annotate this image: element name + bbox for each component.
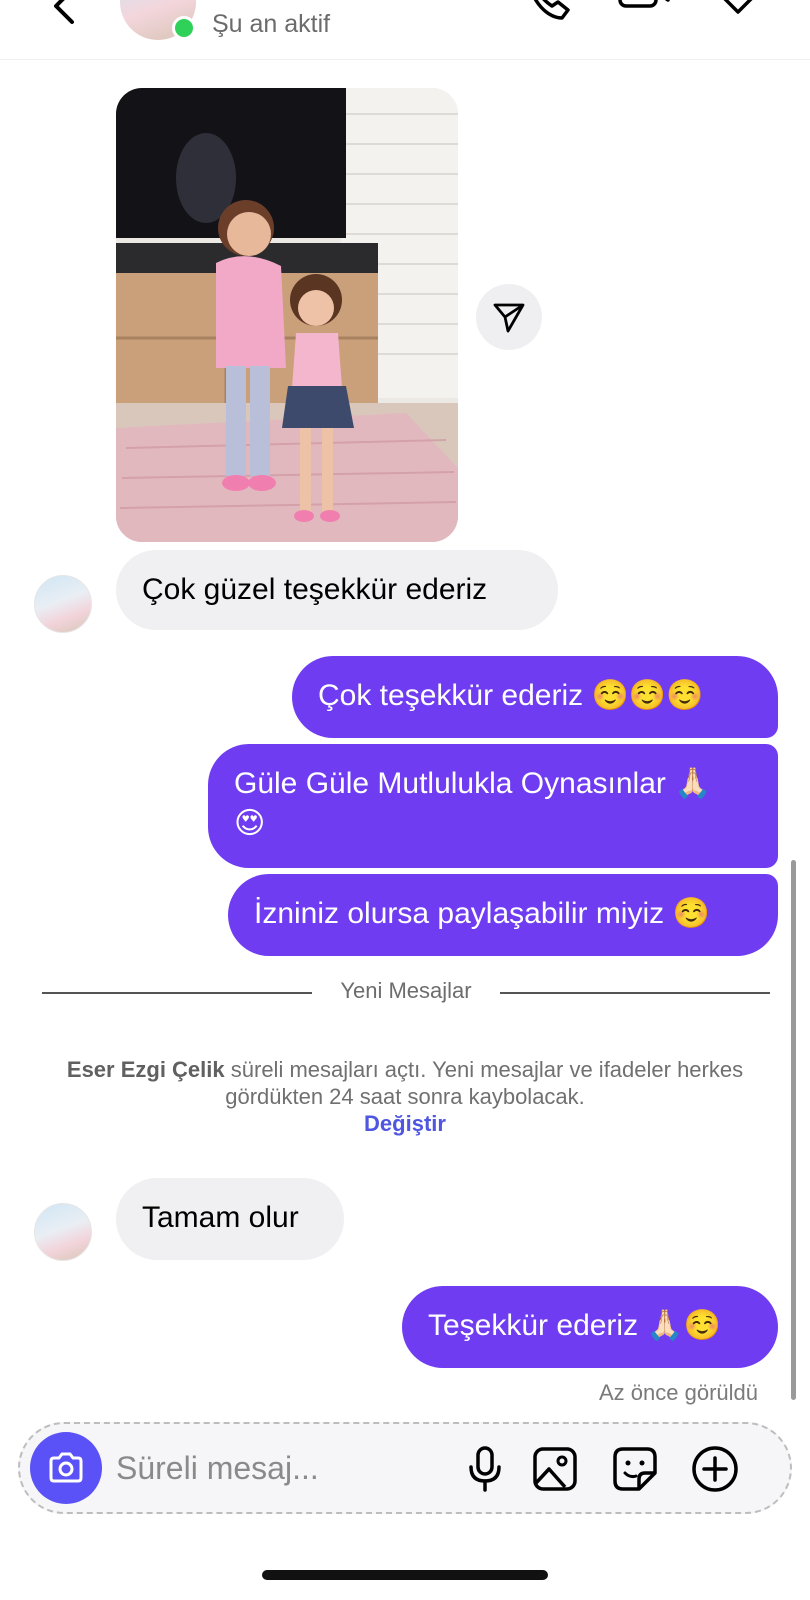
notice-user-name: Eser Ezgi Çelik bbox=[66, 1057, 225, 1082]
incoming-message[interactable]: Tamam olur bbox=[116, 1178, 344, 1260]
photo-illustration bbox=[116, 88, 458, 542]
new-messages-label: Yeni Mesajlar bbox=[340, 978, 472, 1003]
notice-text: süreli mesajları açtı. Yeni mesajlar ve … bbox=[224, 1057, 744, 1109]
microphone-icon bbox=[469, 1446, 501, 1492]
back-button[interactable] bbox=[44, 0, 84, 26]
scrollbar[interactable] bbox=[791, 860, 796, 1400]
online-indicator bbox=[172, 16, 196, 40]
outgoing-message[interactable]: Güle Güle Mutlulukla Oynasınlar 🙏🏻 😍 bbox=[208, 744, 778, 868]
tag-icon bbox=[723, 0, 753, 14]
seen-status: Az önce görüldü bbox=[599, 1380, 758, 1405]
divider-line-left bbox=[42, 992, 312, 994]
audio-call-button[interactable] bbox=[522, 0, 578, 24]
chat-header: Şu an aktif bbox=[0, 0, 810, 60]
image-icon bbox=[533, 1447, 577, 1491]
voice-message-button[interactable] bbox=[458, 1442, 512, 1496]
back-icon bbox=[54, 0, 74, 24]
shared-photo[interactable] bbox=[116, 88, 458, 542]
message-text: Güle Güle Mutlulukla Oynasınlar 🙏🏻 bbox=[234, 767, 712, 800]
divider-line-right bbox=[500, 992, 770, 994]
phone-icon bbox=[533, 0, 570, 20]
share-button[interactable] bbox=[476, 284, 542, 350]
contact-avatar[interactable] bbox=[34, 1203, 92, 1261]
message-input[interactable] bbox=[116, 1440, 416, 1496]
plus-icon bbox=[692, 1446, 738, 1492]
incoming-message[interactable]: Çok güzel teşekkür ederiz bbox=[116, 550, 558, 630]
sticker-icon bbox=[613, 1447, 657, 1491]
camera-icon bbox=[49, 1452, 83, 1483]
message-text: 😍 bbox=[234, 806, 266, 841]
outgoing-message[interactable]: Teşekkür ederiz 🙏🏻☺️ bbox=[402, 1286, 778, 1368]
active-status: Şu an aktif bbox=[212, 10, 331, 38]
gallery-button[interactable] bbox=[528, 1442, 582, 1496]
message-composer bbox=[18, 1422, 792, 1514]
change-link[interactable]: Değiştir bbox=[60, 1110, 750, 1137]
outgoing-message[interactable]: Çok teşekkür ederiz ☺️☺️☺️ bbox=[292, 656, 778, 738]
send-icon bbox=[493, 303, 525, 333]
contact-avatar[interactable] bbox=[34, 575, 92, 633]
tag-button[interactable] bbox=[714, 0, 770, 24]
vanish-mode-notice: Eser Ezgi Çelik süreli mesajları açtı. Y… bbox=[60, 1056, 750, 1137]
more-button[interactable] bbox=[688, 1442, 742, 1496]
home-indicator bbox=[262, 1570, 548, 1580]
outgoing-message[interactable]: İzniniz olursa paylaşabilir miyiz ☺️ bbox=[228, 874, 778, 956]
sticker-button[interactable] bbox=[608, 1442, 662, 1496]
video-icon bbox=[618, 0, 670, 8]
video-call-button[interactable] bbox=[616, 0, 672, 24]
camera-button[interactable] bbox=[30, 1432, 102, 1504]
